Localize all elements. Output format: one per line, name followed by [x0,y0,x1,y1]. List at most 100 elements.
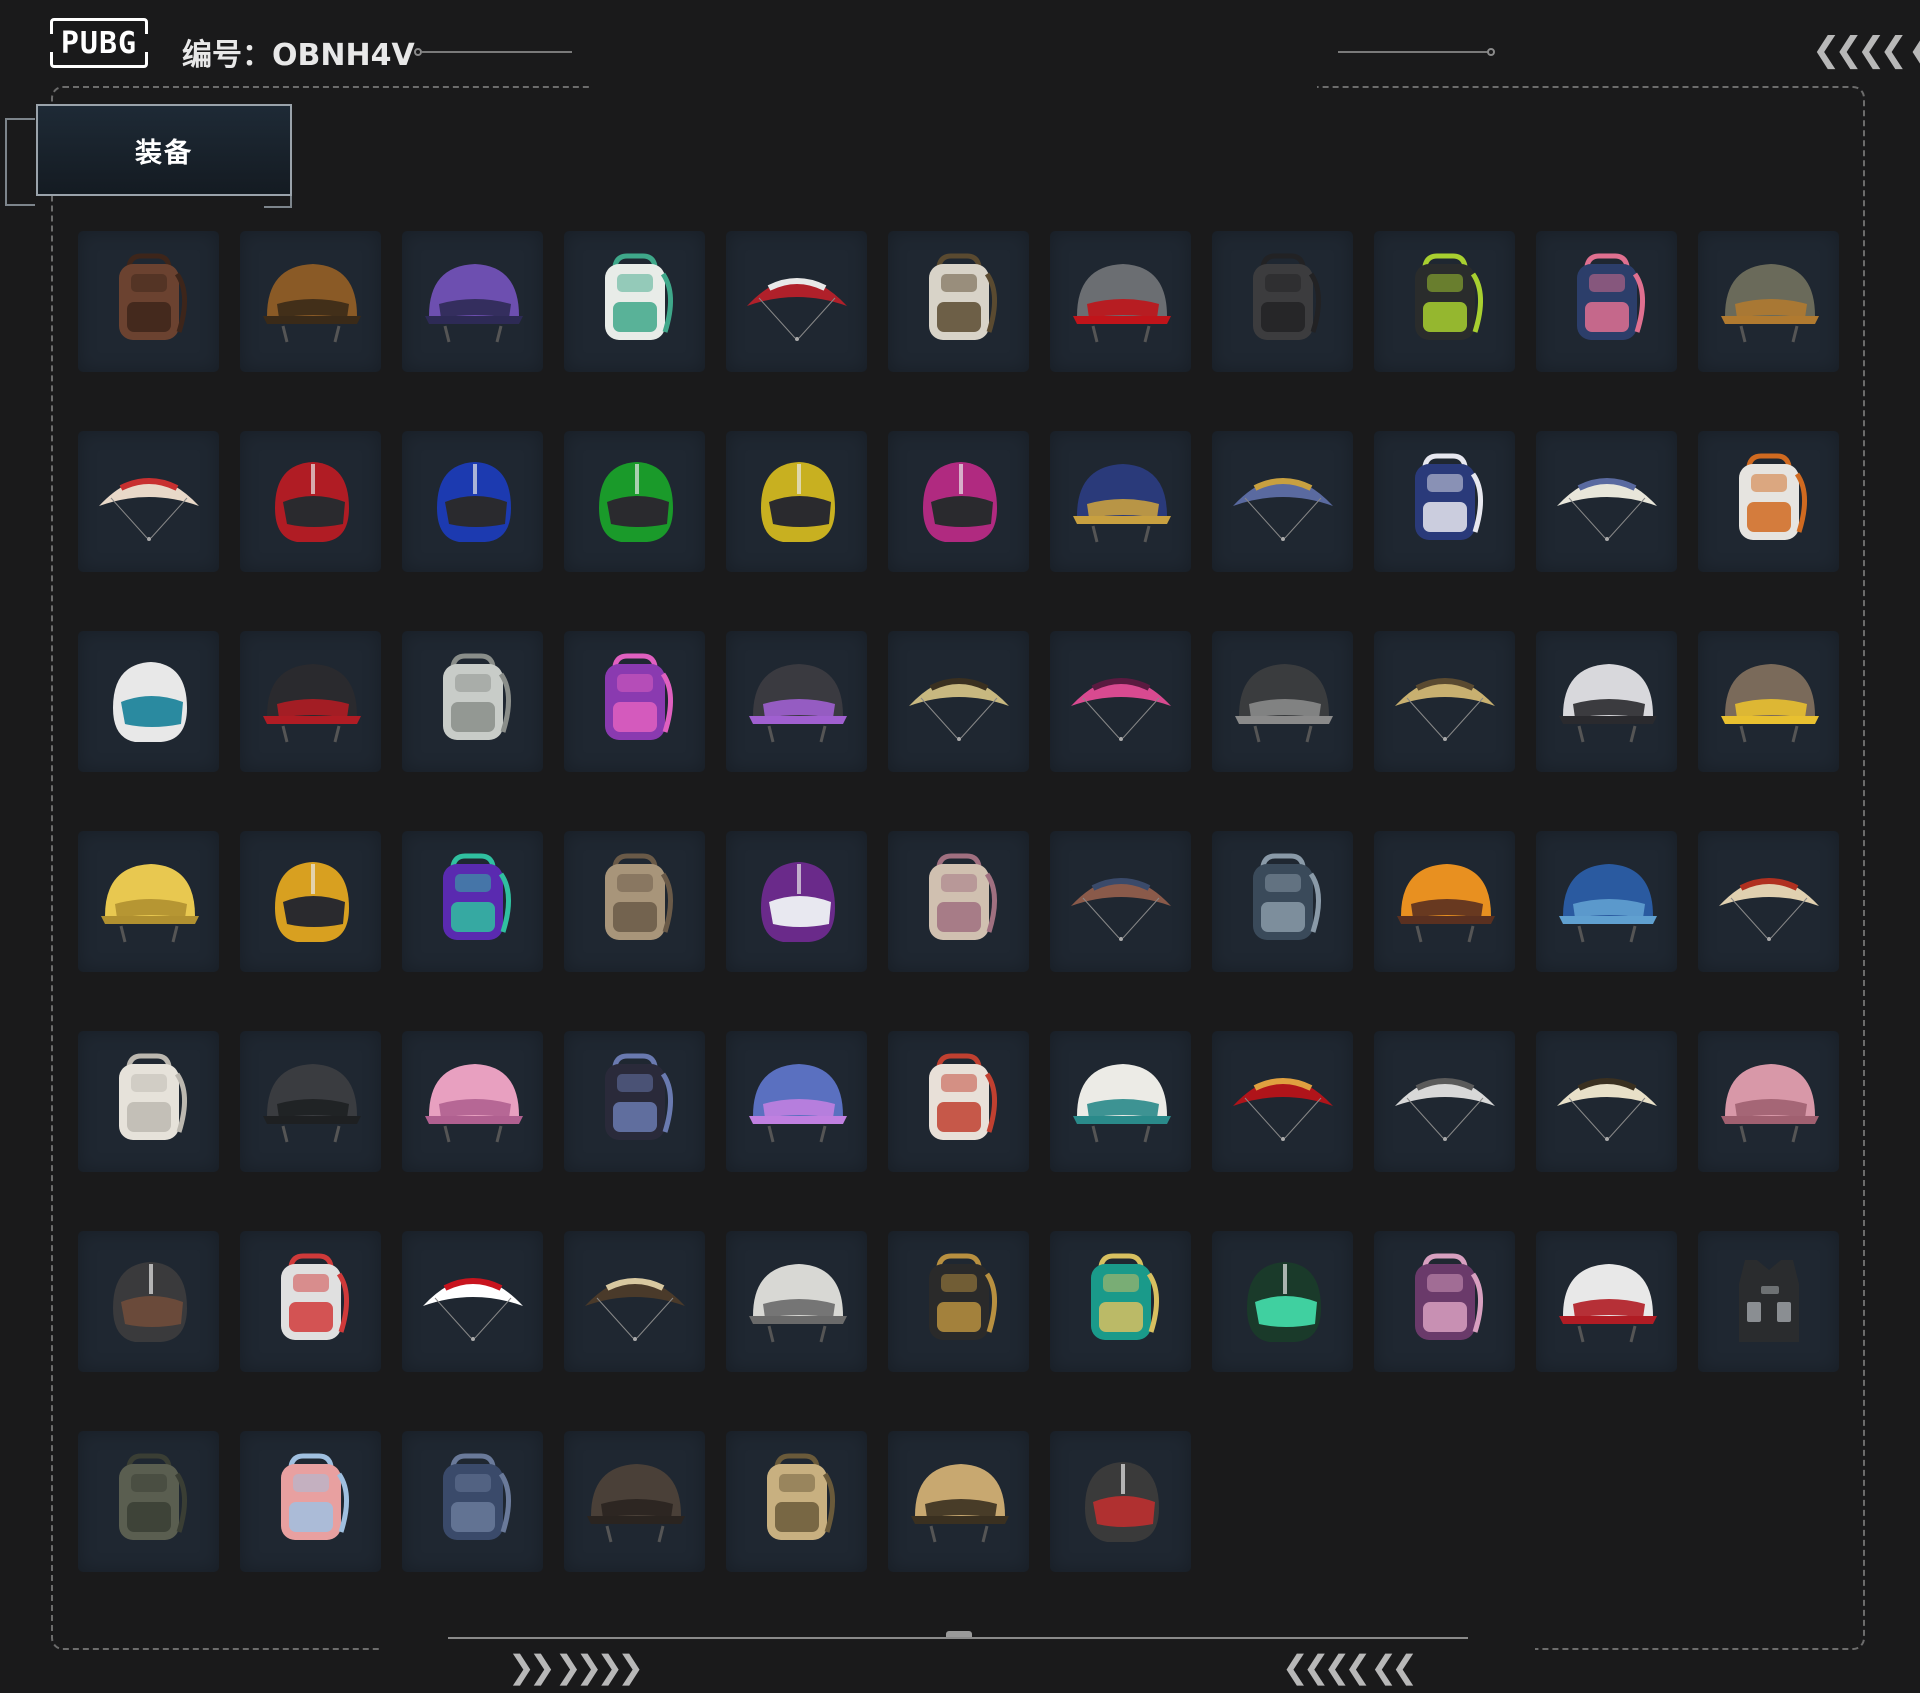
equipment-item-backpack[interactable] [888,1231,1029,1372]
equipment-item-parachute[interactable] [1698,831,1839,972]
equipment-item-helmet[interactable] [564,1431,705,1572]
backpack-icon [604,853,673,940]
equipment-item-helmet[interactable] [1536,631,1677,772]
backpack-icon [604,653,673,740]
equipment-item-backpack[interactable] [1536,231,1677,372]
equipment-item-moto[interactable] [726,831,867,972]
equipment-item-backpack[interactable] [564,831,705,972]
equipment-item-moto[interactable] [564,431,705,572]
tab-equipment[interactable]: 装备 [36,104,292,196]
equipment-item-moto[interactable] [240,831,381,972]
equipment-item-helmet[interactable] [888,1431,1029,1572]
parachute-icon [1232,477,1333,541]
backpack-icon [1252,253,1321,340]
equipment-item-moto[interactable] [402,431,543,572]
equipment-item-parachute[interactable] [1536,431,1677,572]
equipment-item-helmet[interactable] [1698,231,1839,372]
equipment-item-backpack[interactable] [78,231,219,372]
equipment-item-parachute[interactable] [1212,431,1353,572]
equipment-item-parachute[interactable] [1536,1031,1677,1172]
equipment-item-backpack[interactable] [78,1031,219,1172]
header-chevrons-decoration: ❮❮❮❮ ❮ [1812,30,1920,70]
equipment-item-backpack[interactable] [726,1431,867,1572]
equipment-item-helmet[interactable] [1050,431,1191,572]
equipment-item-moto[interactable] [888,431,1029,572]
equipment-item-backpack[interactable] [888,831,1029,972]
parachute-icon [1070,877,1171,941]
equipment-item-moto[interactable] [78,1231,219,1372]
equipment-item-helmet[interactable] [1536,1231,1677,1372]
helmet-icon [1558,663,1657,742]
parachute-icon [908,677,1009,741]
equipment-item-helmet[interactable] [240,231,381,372]
equipment-item-parachute[interactable] [1050,631,1191,772]
equipment-item-helmet[interactable] [402,231,543,372]
equipment-item-backpack[interactable] [1212,831,1353,972]
equipment-item-backpack[interactable] [240,1431,381,1572]
equipment-item-helmet[interactable] [78,831,219,972]
equipment-item-backpack[interactable] [1698,431,1839,572]
equipment-item-helmet[interactable] [240,631,381,772]
equipment-item-helmet[interactable] [1374,831,1515,972]
equipment-item-helmet[interactable] [1698,631,1839,772]
backpack-icon [280,1253,349,1340]
account-id-label: 编号：OBNH4V [182,38,415,73]
equipment-item-backpack[interactable] [402,831,543,972]
helmet-icon [262,663,361,742]
equipment-item-backpack[interactable] [888,1031,1029,1172]
equipment-item-parachute[interactable] [888,631,1029,772]
equipment-item-parachute[interactable] [564,1231,705,1372]
tab-bracket-left [5,118,35,206]
equipment-item-vest[interactable] [1698,1231,1839,1372]
equipment-item-backpack[interactable] [564,1031,705,1172]
equipment-item-helmet[interactable] [402,1031,543,1172]
backpack-icon [118,1453,187,1540]
equipment-item-backpack[interactable] [888,231,1029,372]
equipment-item-backpack[interactable] [1374,1231,1515,1372]
equipment-item-helmet[interactable] [1212,631,1353,772]
equipment-item-backpack[interactable] [564,631,705,772]
equipment-item-backpack[interactable] [1212,231,1353,372]
equipment-item-backpack[interactable] [564,231,705,372]
equipment-item-helmet[interactable] [1050,231,1191,372]
header-line-dot-left [414,48,422,56]
helmet-icon [586,1463,685,1542]
equipment-item-backpack[interactable] [402,631,543,772]
equipment-item-helmet[interactable] [726,1231,867,1372]
equipment-item-moto[interactable] [78,631,219,772]
equipment-item-moto[interactable] [726,431,867,572]
equipment-item-helmet[interactable] [726,631,867,772]
equipment-item-backpack[interactable] [78,1431,219,1572]
equipment-item-parachute[interactable] [1374,1031,1515,1172]
parachute-icon [98,477,199,541]
equipment-item-parachute[interactable] [1050,831,1191,972]
equipment-item-backpack[interactable] [1050,1231,1191,1372]
equipment-item-moto[interactable] [1050,1431,1191,1572]
moto-icon [112,661,187,742]
equipment-item-moto[interactable] [1212,1231,1353,1372]
equipment-item-parachute[interactable] [1212,1031,1353,1172]
vest-icon [1738,1259,1799,1342]
equipment-item-parachute[interactable] [78,431,219,572]
equipment-grid [78,231,1839,1572]
helmet-icon [1558,1263,1657,1342]
equipment-item-parachute[interactable] [1374,631,1515,772]
equipment-item-parachute[interactable] [402,1231,543,1372]
equipment-item-backpack[interactable] [240,1231,381,1372]
helmet-icon [1396,863,1495,942]
equipment-item-backpack[interactable] [1374,231,1515,372]
equipment-item-helmet[interactable] [240,1031,381,1172]
equipment-item-helmet[interactable] [726,1031,867,1172]
moto-icon [760,461,835,542]
equipment-item-parachute[interactable] [726,231,867,372]
equipment-item-backpack[interactable] [1374,431,1515,572]
equipment-item-moto[interactable] [240,431,381,572]
backpack-icon [928,853,997,940]
equipment-item-backpack[interactable] [402,1431,543,1572]
backpack-icon [928,1053,997,1140]
equipment-item-helmet[interactable] [1050,1031,1191,1172]
equipment-item-helmet[interactable] [1698,1031,1839,1172]
equipment-item-helmet[interactable] [1536,831,1677,972]
parachute-icon [746,277,847,341]
parachute-icon [1556,1077,1657,1141]
